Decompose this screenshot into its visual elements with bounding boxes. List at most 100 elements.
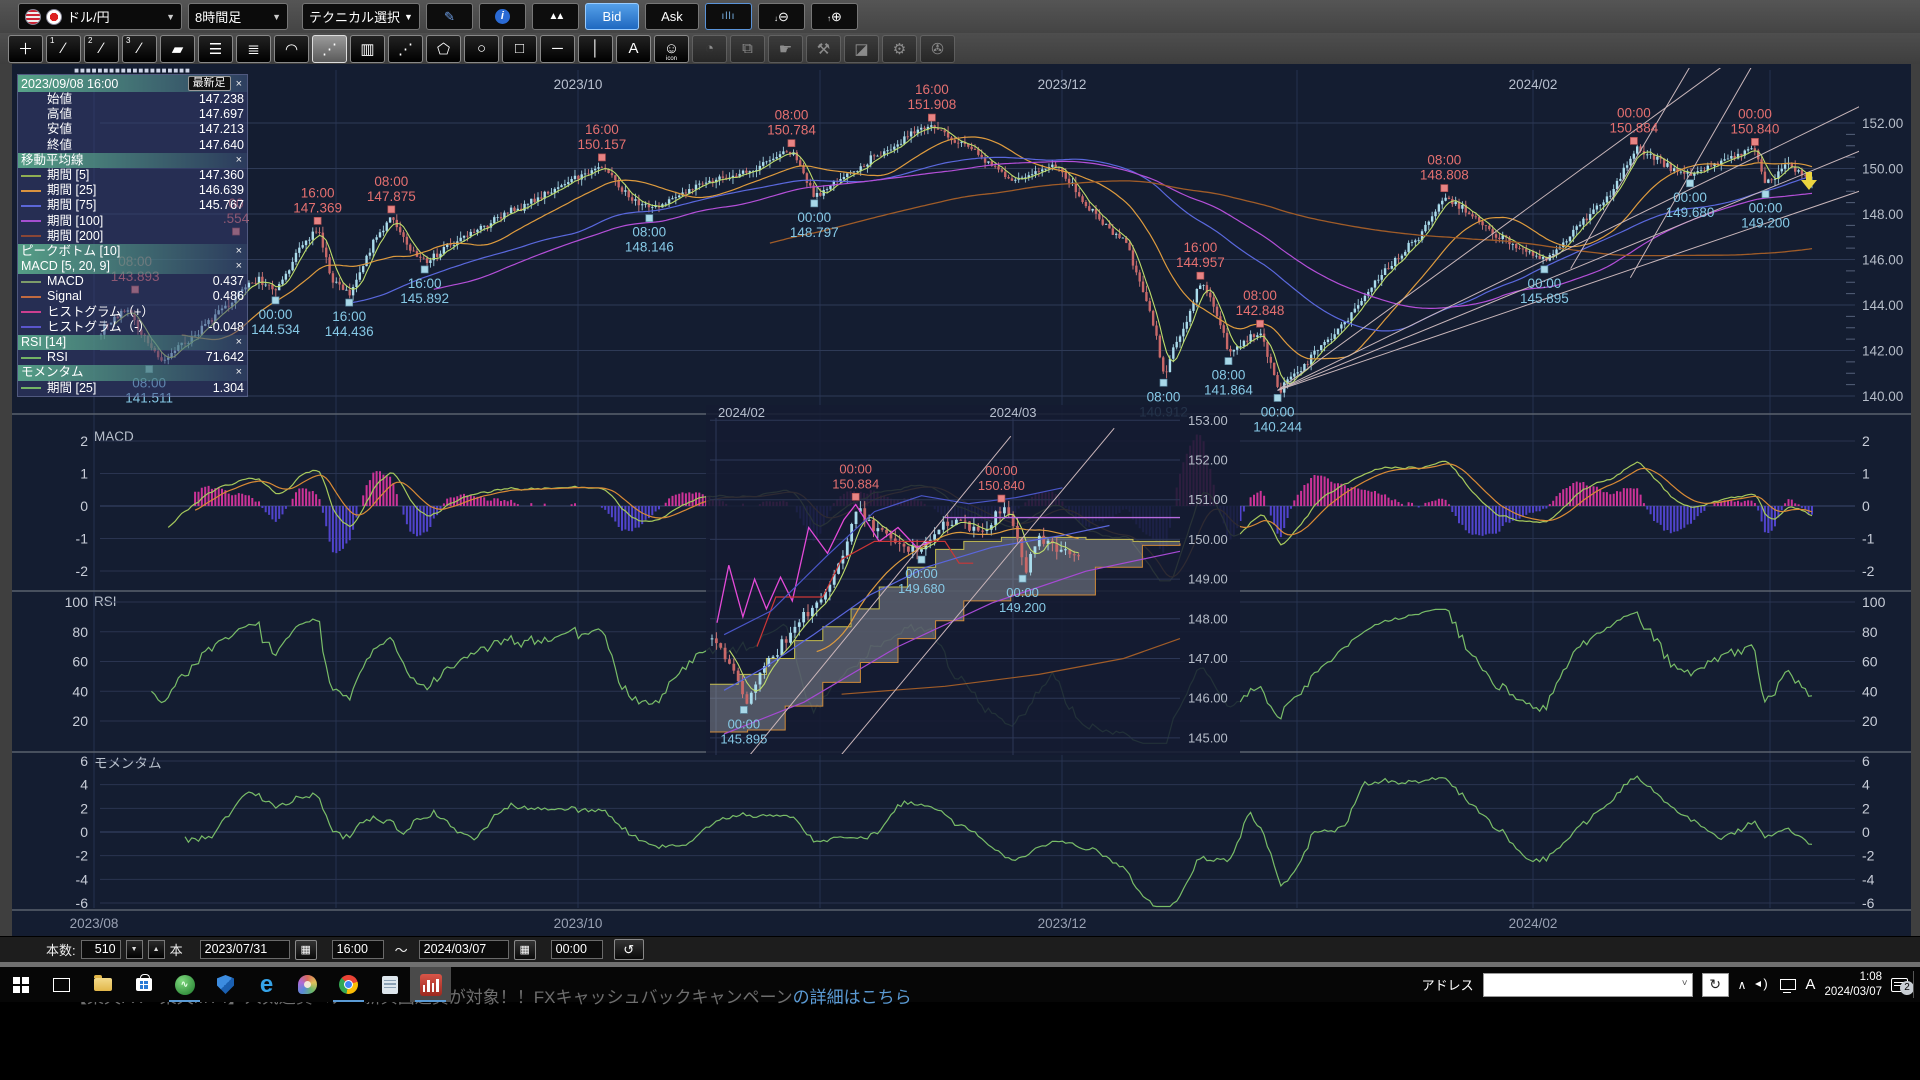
edge-icon[interactable]: e: [246, 967, 287, 1002]
from-time-input[interactable]: 16:00: [332, 940, 384, 959]
svg-text:-1: -1: [1862, 531, 1875, 547]
svg-text:151.908: 151.908: [907, 97, 956, 112]
notepad-icon[interactable]: [369, 967, 410, 1002]
svg-text:147.875: 147.875: [367, 189, 416, 204]
hlines4-tool[interactable]: ≣: [236, 35, 271, 63]
svg-text:0: 0: [80, 824, 88, 840]
vline-tool[interactable]: │: [578, 35, 613, 63]
bar-chart-mode-button[interactable]: ıllı: [705, 3, 752, 30]
ask-button[interactable]: Ask: [645, 3, 699, 30]
panel-drag-handle[interactable]: ■■■■■■■■■■■■■■■■■■■■: [74, 67, 191, 75]
start-button[interactable]: [0, 967, 41, 1002]
refresh-button[interactable]: ↻: [1702, 973, 1729, 997]
draw-pencil-button[interactable]: ✎: [426, 3, 473, 30]
close-icon[interactable]: ×: [234, 153, 244, 168]
svg-text:146.00: 146.00: [1188, 691, 1228, 706]
zoom-out-button[interactable]: ↓⊖: [758, 3, 805, 30]
indicator-info-panel[interactable]: ■■■■■■■■■■■■■■■■■■■■ 2023/09/08 16:00 最新…: [17, 74, 248, 397]
bid-button[interactable]: Bid: [585, 3, 639, 30]
reset-range-button[interactable]: ↺: [614, 939, 644, 960]
text-tool[interactable]: A: [616, 35, 651, 63]
svg-text:150.884: 150.884: [1609, 120, 1658, 135]
trendline3-tool[interactable]: 3∕: [122, 35, 157, 63]
indicator-row: 終値147.640: [18, 138, 247, 153]
address-input[interactable]: ˅: [1483, 973, 1693, 997]
icon-stamp-tool[interactable]: ☺icon: [654, 35, 689, 63]
currency-pair-select[interactable]: ドル/円 ▼: [18, 3, 182, 30]
volume-icon[interactable]: [1755, 978, 1771, 992]
ime-indicator[interactable]: A: [1805, 976, 1815, 993]
pentagon-tool[interactable]: ⬠: [426, 35, 461, 63]
vlines-tool[interactable]: ▥: [350, 35, 385, 63]
svg-text:16:00: 16:00: [1183, 240, 1217, 255]
wrench-tool[interactable]: ⚒: [806, 35, 841, 63]
svg-text:150.840: 150.840: [1731, 121, 1780, 136]
timeframe-select[interactable]: 8時間足 ▼: [188, 3, 288, 30]
close-icon[interactable]: ×: [234, 78, 244, 90]
rect-tool[interactable]: □: [502, 35, 537, 63]
close-icon[interactable]: ×: [234, 335, 244, 350]
bar-chart-icon: ıllı: [721, 11, 735, 22]
taskbar-apps: ∿e: [0, 967, 451, 1002]
action-center-icon[interactable]: 2: [1891, 978, 1908, 992]
trendline1-tool[interactable]: 1∕: [46, 35, 81, 63]
copy-tool[interactable]: ⧉: [730, 35, 765, 63]
technical-select-button[interactable]: テクニカル選択 ▼: [302, 3, 420, 30]
eraser-tool[interactable]: ◪: [844, 35, 879, 63]
hlines3-tool[interactable]: ☰: [198, 35, 233, 63]
from-date-input[interactable]: 2023/07/31: [200, 940, 290, 959]
close-icon[interactable]: ×: [234, 244, 244, 259]
clock-date: 2024/03/07: [1824, 986, 1882, 998]
close-icon[interactable]: ×: [234, 259, 244, 274]
chart-style-button[interactable]: ▲▲: [532, 3, 579, 30]
marketspeed-icon[interactable]: ∿: [164, 967, 205, 1002]
count-down-button[interactable]: ▼: [126, 940, 143, 959]
speed-lines-tool[interactable]: ⋰: [388, 35, 423, 63]
settings-list-tool[interactable]: ⚙: [882, 35, 917, 63]
svg-text:0: 0: [80, 498, 88, 514]
ruler-tool[interactable]: ▰: [160, 35, 195, 63]
chrome-icon[interactable]: [328, 967, 369, 1002]
taskbar-clock[interactable]: 1:08 2024/03/07: [1824, 970, 1882, 1000]
info-button[interactable]: i: [479, 3, 526, 30]
count-up-button[interactable]: ▲: [148, 940, 165, 959]
defender-icon[interactable]: [205, 967, 246, 1002]
svg-text:00:00: 00:00: [797, 210, 831, 225]
attach-tool[interactable]: ✇: [920, 35, 955, 63]
hline-tool[interactable]: ─: [540, 35, 575, 63]
to-time-input[interactable]: 00:00: [551, 940, 603, 959]
panel-header: 2023/09/08 16:00 最新足 ×: [18, 75, 247, 92]
store-icon[interactable]: [123, 967, 164, 1002]
svg-text:140.00: 140.00: [1862, 389, 1903, 404]
tray-expand-icon[interactable]: ∧: [1738, 978, 1747, 992]
fx-chart-app-icon[interactable]: [410, 967, 451, 1002]
zoom-in-button[interactable]: ↑⊕: [811, 3, 858, 30]
trendline2-tool[interactable]: 2∕: [84, 35, 119, 63]
fan-lines-tool[interactable]: ⋰: [312, 35, 347, 63]
file-explorer-icon[interactable]: [82, 967, 123, 1002]
hand-tool[interactable]: ☛: [768, 35, 803, 63]
task-view-button[interactable]: [41, 967, 82, 1002]
svg-text:08:00: 08:00: [374, 174, 408, 189]
calendar-icon[interactable]: ▦: [514, 940, 536, 960]
show-desktop-separator[interactable]: [1913, 971, 1914, 998]
indicator-row: 期間 [200]: [18, 229, 247, 244]
ticker-link[interactable]: の詳細はこちら: [793, 988, 912, 1007]
to-date-input[interactable]: 2024/03/07: [419, 940, 509, 959]
history-tool[interactable]: ◔: [692, 35, 727, 63]
svg-text:100: 100: [1862, 594, 1886, 610]
circle-tool[interactable]: ○: [464, 35, 499, 63]
pencil-icon: ✎: [444, 9, 455, 25]
calendar-icon[interactable]: ▦: [295, 940, 317, 960]
gann-arc-tool[interactable]: ◠: [274, 35, 309, 63]
network-icon[interactable]: [1780, 979, 1796, 990]
bar-count-input[interactable]: 510: [81, 940, 121, 959]
svg-text:1: 1: [1862, 466, 1870, 482]
paint-icon[interactable]: [287, 967, 328, 1002]
crosshair-tool[interactable]: ＋: [8, 35, 43, 63]
svg-text:08:00: 08:00: [1243, 288, 1277, 303]
latest-bar-button[interactable]: 最新足: [188, 76, 231, 91]
indicator-row: 期間 [25]146.639: [18, 183, 247, 198]
chart-canvas[interactable]: 152.00150.00148.00146.00144.00142.00140.…: [0, 0, 1920, 1080]
close-icon[interactable]: ×: [234, 365, 244, 380]
